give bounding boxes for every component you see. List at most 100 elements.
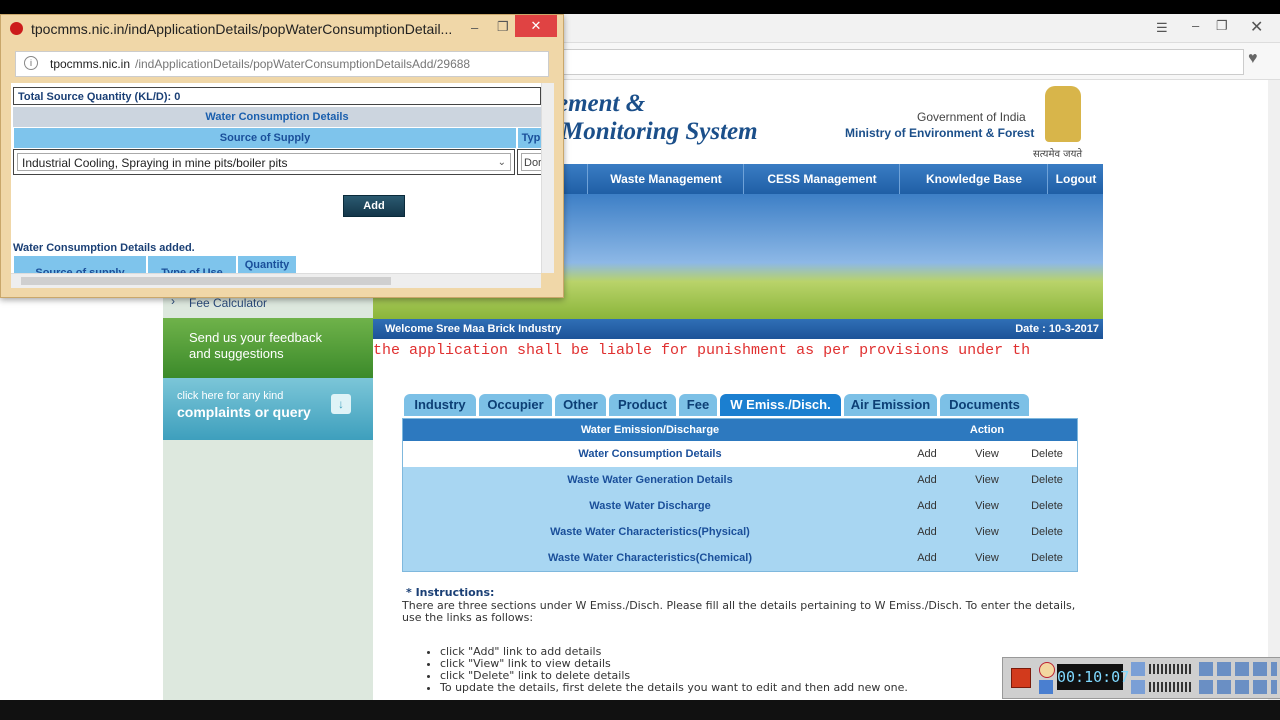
minimize-icon[interactable]: – [1192,18,1199,33]
close-icon[interactable]: ✕ [1250,17,1263,37]
type-select[interactable]: Dor [521,153,541,171]
feedback-line2: and suggestions [189,346,284,361]
popup-vertical-scrollbar[interactable] [541,83,554,273]
notice-marquee: the application shall be liable for puni… [373,342,1031,359]
row-label: Waste Water Characteristics(Physical) [402,519,897,545]
feedback-banner[interactable]: Send us your feedback and suggestions [163,318,373,378]
screen-recorder-widget: 00:10:07 [1002,657,1280,699]
welcome-bar: Welcome Sree Maa Brick Industry Date : 1… [373,319,1103,339]
welcome-text: Welcome Sree Maa Brick Industry [385,323,562,335]
microphone-icon[interactable] [1131,680,1145,694]
recorder-toolbar-bottom[interactable] [1199,680,1277,694]
add-link[interactable]: Add [897,467,957,493]
complaints-banner[interactable]: click here for any kind complaints or qu… [163,378,373,440]
instruction-item: To update the details, first delete the … [440,682,1082,694]
tab-other[interactable]: Other [555,394,606,416]
nav-cess-management[interactable]: CESS Management [743,164,900,194]
view-link[interactable]: View [957,545,1017,572]
nav-logout[interactable]: Logout [1047,164,1104,194]
nav-knowledge-base[interactable]: Knowledge Base [899,164,1048,194]
row-label: Waste Water Discharge [402,493,897,519]
view-link[interactable]: View [957,519,1017,545]
chevron-down-icon: ⌄ [497,157,506,168]
view-link[interactable]: View [957,441,1017,467]
alarm-clock-icon [1039,662,1055,678]
recorder-toolbar-top[interactable] [1199,662,1277,676]
row-label: Waste Water Generation Details [402,467,897,493]
feedback-line1: Send us your feedback [189,330,322,345]
scrollbar-thumb[interactable] [21,277,391,285]
menu-icon[interactable]: ☰ [1156,20,1168,36]
tab-air-emission[interactable]: Air Emission [844,394,937,416]
page-scrollbar[interactable] [1268,80,1280,700]
popup-horizontal-scrollbar[interactable] [11,273,541,288]
fee-calculator-link[interactable]: Fee Calculator [189,296,267,310]
tab-occupier[interactable]: Occupier [479,394,552,416]
complaints-line1: click here for any kind [177,390,284,402]
tab-w-emiss-disch[interactable]: W Emiss./Disch. [720,394,841,416]
url-field[interactable] [560,49,1244,75]
col-source-of-supply: Source of Supply [13,127,517,149]
add-link[interactable]: Add [897,519,957,545]
delete-link[interactable]: Delete [1017,545,1078,572]
table-row: Waste Water Characteristics(Physical) Ad… [402,519,1078,545]
col-type: Typ [517,127,541,149]
close-button[interactable]: ✕ [515,15,557,37]
row-label: Waste Water Characteristics(Chemical) [402,545,897,572]
header-action: Action [897,418,1078,441]
speaker-level-meter [1149,664,1193,674]
emblem-icon [1045,86,1081,142]
add-link[interactable]: Add [897,441,957,467]
view-link[interactable]: View [957,467,1017,493]
header-water-emission: Water Emission/Discharge [402,418,897,441]
pause-icon[interactable] [1039,680,1053,694]
delete-link[interactable]: Delete [1017,467,1078,493]
add-link[interactable]: Add [897,545,957,572]
delete-link[interactable]: Delete [1017,441,1078,467]
info-icon[interactable]: i [24,56,38,70]
type-select-cell: Dor [517,149,541,175]
minimize-icon[interactable]: – [471,20,478,35]
opera-icon [10,22,23,35]
mic-level-meter [1149,682,1193,692]
ministry-label: Ministry of Environment & Forest [845,126,1035,140]
popup-url-field[interactable]: i tpocmms.nic.in /indApplicationDetails/… [15,51,549,77]
taskbar [0,700,1280,720]
url-path: /indApplicationDetails/popWaterConsumpti… [135,57,471,71]
table-row: Waste Water Generation Details Add View … [402,467,1078,493]
water-emission-table: Water Emission/Discharge Action Water Co… [402,418,1078,572]
tab-industry[interactable]: Industry [404,394,476,416]
table-row: Waste Water Discharge Add View Delete [402,493,1078,519]
source-select-value: Industrial Cooling, Spraying in mine pit… [22,156,288,170]
view-link[interactable]: View [957,493,1017,519]
emblem-caption: सत्यमेव जयते [1033,149,1083,160]
instructions-block: * Instructions: There are three sections… [402,586,1082,694]
section-title: Water Consumption Details [13,107,541,127]
heart-icon[interactable]: ♥ [1248,50,1258,68]
tab-product[interactable]: Product [609,394,676,416]
tab-documents[interactable]: Documents [940,394,1029,416]
table-row: Waste Water Characteristics(Chemical) Ad… [402,545,1078,572]
source-select[interactable]: Industrial Cooling, Spraying in mine pit… [17,153,511,171]
restore-icon[interactable]: ❐ [1216,18,1228,34]
delete-link[interactable]: Delete [1017,493,1078,519]
speaker-icon[interactable] [1131,662,1145,676]
source-select-cell: Industrial Cooling, Spraying in mine pit… [13,149,515,175]
row-label: Water Consumption Details [578,448,722,460]
arrow-down-icon: ↓ [331,394,351,414]
popup-content: Total Source Quantity (KL/D): 0 Water Co… [11,83,541,288]
gov-label: Government of India [917,110,1026,124]
date-text: Date : 10-3-2017 [1015,323,1099,335]
nav-waste-management[interactable]: Waste Management [587,164,744,194]
add-link[interactable]: Add [897,493,957,519]
stop-record-icon[interactable] [1011,668,1031,688]
recording-timer: 00:10:07 [1057,664,1129,690]
tab-fee[interactable]: Fee [679,394,717,416]
instructions-heading: * Instructions: [406,586,495,599]
success-message: Water Consumption Details added. [13,242,195,254]
restore-icon[interactable]: ❐ [497,19,509,35]
popup-title: tpocmms.nic.in/indApplicationDetails/pop… [31,21,453,37]
popup-window: tpocmms.nic.in/indApplicationDetails/pop… [0,14,564,298]
delete-link[interactable]: Delete [1017,519,1078,545]
add-button[interactable]: Add [343,195,405,217]
